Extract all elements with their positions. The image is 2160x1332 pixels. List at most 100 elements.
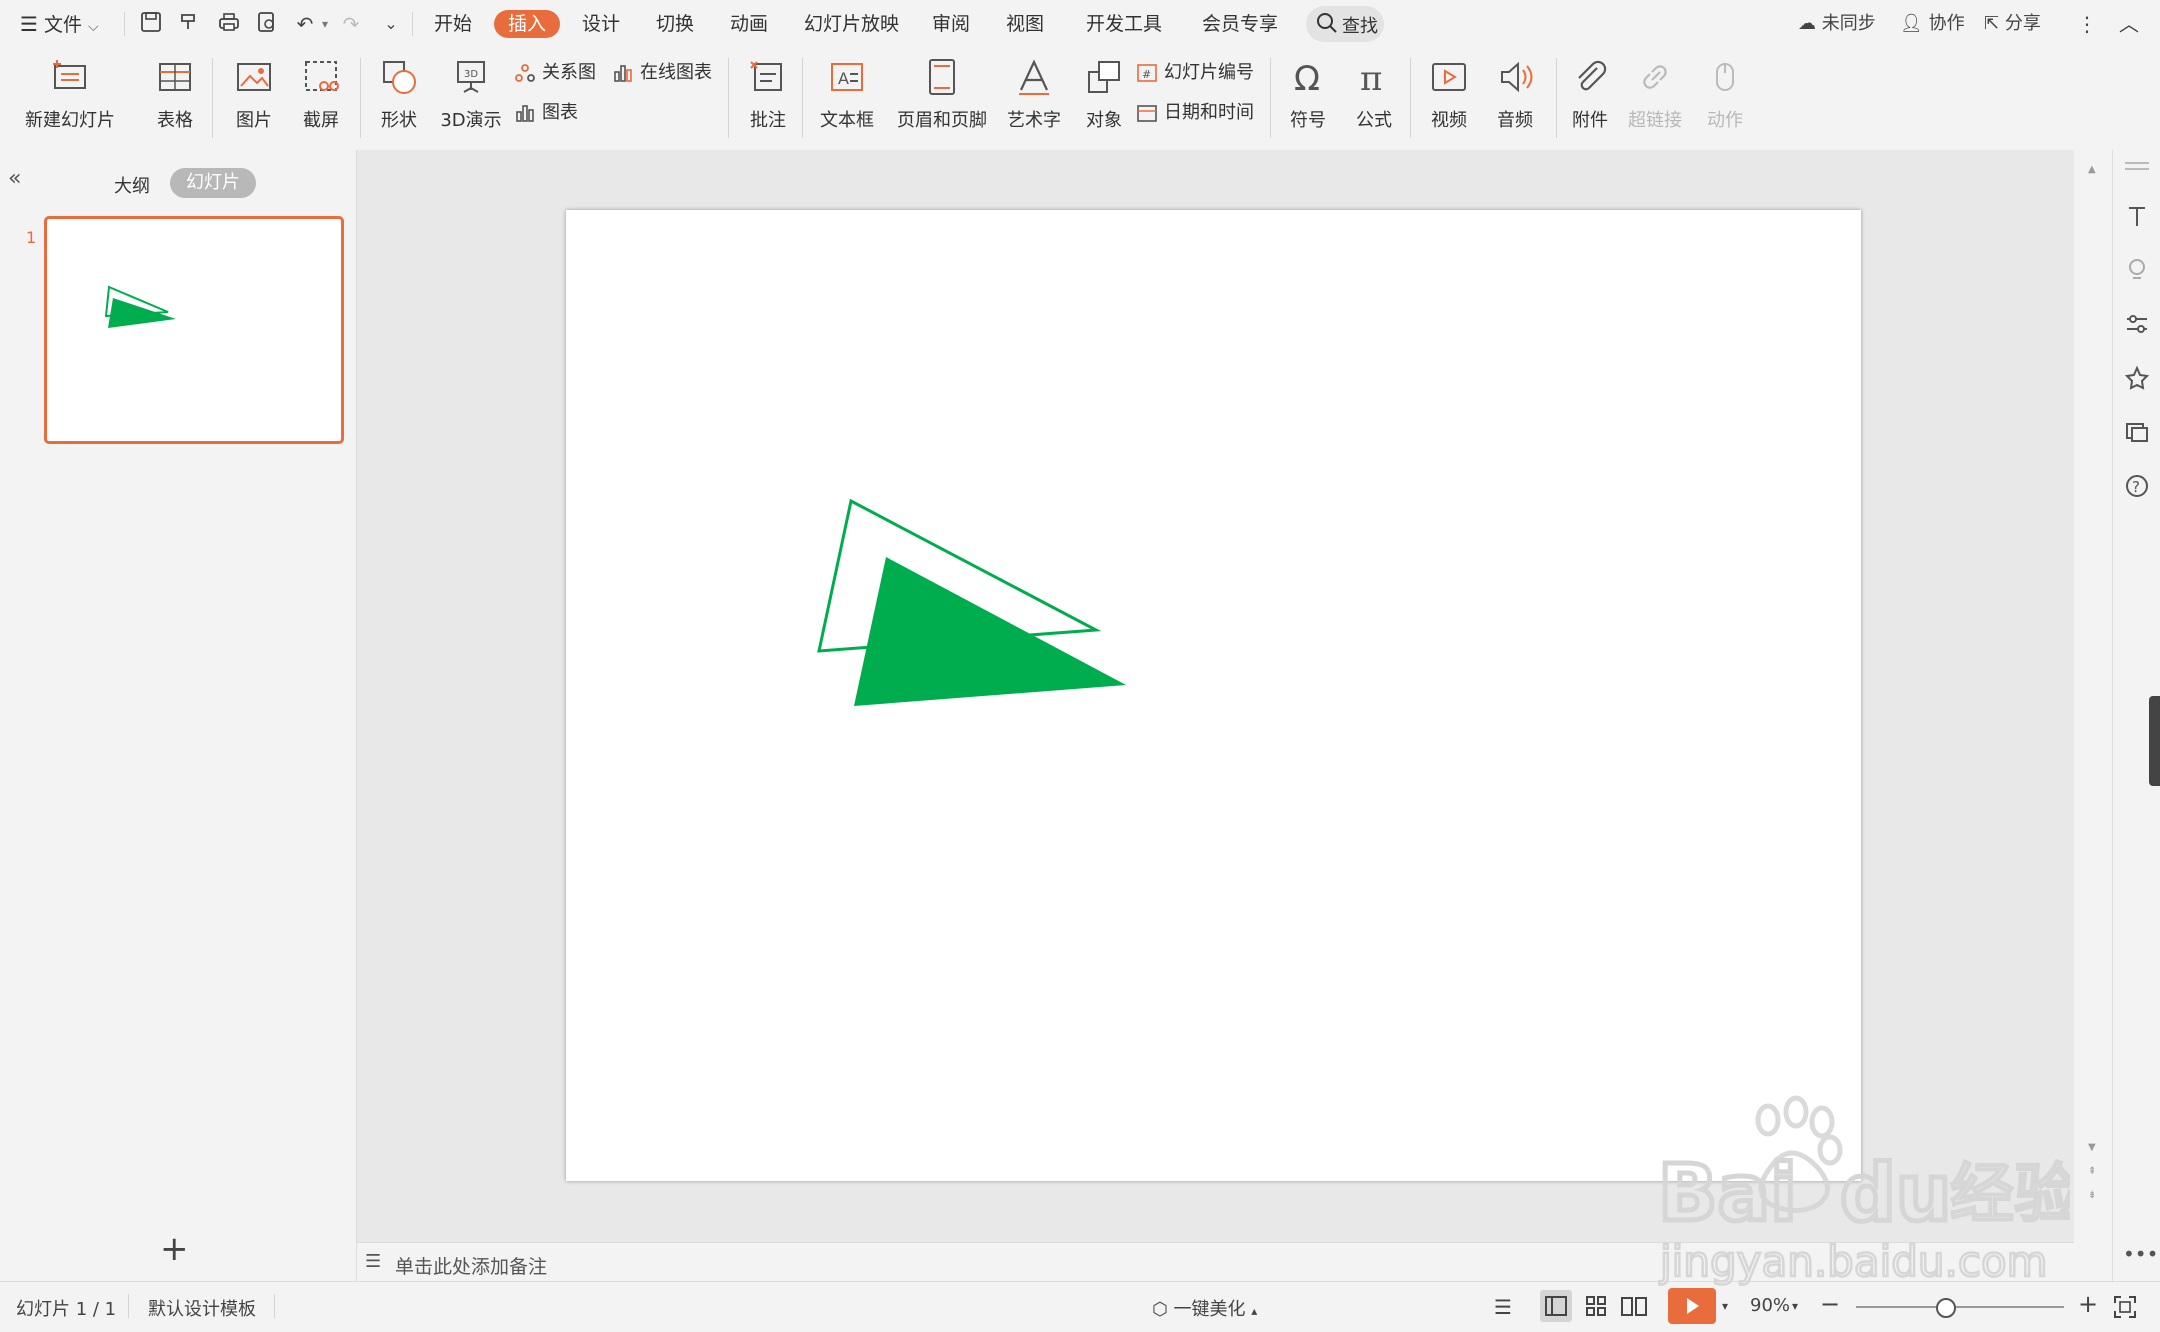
zoom-dropdown-icon[interactable]: ▾ (1792, 1299, 1798, 1313)
share-button[interactable]: ⇱ 分享 (1984, 10, 2041, 38)
datetime-label: 日期和时间 (1164, 102, 1254, 123)
svg-text:π: π (1360, 59, 1382, 98)
omega-icon: Ω (1294, 59, 1320, 98)
relation-diagram-button[interactable]: 关系图 (514, 58, 596, 88)
sync-status[interactable]: ☁ 未同步 (1798, 10, 1876, 38)
undo-dropdown-icon[interactable]: ▾ (312, 11, 338, 37)
beautify-button[interactable]: ⬡ 一键美化 ▴ (1152, 1295, 1257, 1321)
chart-button[interactable]: 图表 (514, 98, 578, 128)
cube-icon: ⬡ (1152, 1299, 1168, 1320)
tab-design[interactable]: 设计 (582, 10, 620, 38)
vertical-scrollbar[interactable]: ▲ ▼ ⇞ ⇟ (2074, 150, 2112, 1242)
print-preview-icon[interactable] (254, 11, 280, 37)
collapse-ribbon-icon[interactable]: ︿ (2116, 11, 2142, 37)
zoom-in-icon[interactable]: + (2078, 1290, 2098, 1318)
notes-bar[interactable]: ☰ 单击此处添加备注 (357, 1242, 2074, 1282)
object-button[interactable]: 对象 (1078, 56, 1130, 132)
comment-button[interactable]: 批注 (740, 56, 796, 132)
hash-icon: # (1137, 64, 1157, 82)
action-button[interactable]: 动作 (1700, 56, 1750, 132)
notes-toggle-icon[interactable]: ☰ (1494, 1295, 1512, 1319)
tab-member[interactable]: 会员专享 (1202, 10, 1278, 38)
play-slideshow-button[interactable] (1668, 1288, 1716, 1324)
zoom-slider-thumb[interactable] (1936, 1298, 1956, 1318)
tab-developer[interactable]: 开发工具 (1086, 10, 1162, 38)
save-icon[interactable] (138, 11, 164, 37)
tab-insert[interactable]: 插入 (494, 10, 561, 38)
hyperlink-button[interactable]: 超链接 (1620, 56, 1690, 132)
slide-number-button[interactable]: # 幻灯片编号 (1136, 58, 1254, 88)
file-menu[interactable]: ☰ 文件 ⌵ (20, 10, 99, 38)
formula-label: 公式 (1356, 110, 1392, 131)
play-dropdown-icon[interactable]: ▾ (1722, 1299, 1728, 1313)
audio-button[interactable]: 音频 (1486, 56, 1544, 132)
tab-review[interactable]: 审阅 (932, 10, 970, 38)
reading-view-icon[interactable] (1618, 1290, 1650, 1322)
datetime-button[interactable]: 日期和时间 (1136, 98, 1254, 128)
search-box[interactable]: 查找 (1306, 6, 1384, 42)
formula-button[interactable]: π 公式 (1346, 56, 1402, 132)
scroll-up-icon[interactable]: ▲ (2088, 164, 2096, 175)
transition-icon[interactable] (2123, 418, 2151, 446)
divider (274, 1294, 275, 1318)
collaborate-button[interactable]: 👤︎ 协作 (1900, 10, 1965, 38)
scroll-down-icon[interactable]: ▼ (2088, 1142, 2096, 1153)
slide-counter: 幻灯片 1 / 1 (16, 1299, 117, 1320)
lightbulb-icon[interactable] (2123, 256, 2151, 284)
3d-icon: 3D (457, 61, 485, 93)
grid-view-icon[interactable] (1580, 1290, 1612, 1322)
menu-bar: ☰ 文件 ⌵ ↶ ▾ ↷ ⌄ 开始 插入 设计 切换 动画 幻灯片放映 审阅 视… (0, 0, 2160, 48)
symbol-button[interactable]: Ω 符号 (1280, 56, 1336, 132)
side-handle[interactable] (2149, 696, 2160, 786)
tab-slides[interactable]: 幻灯片 (170, 168, 256, 198)
text-format-icon[interactable] (2123, 202, 2151, 230)
slide-thumbnail[interactable] (44, 216, 344, 444)
collapse-panel-icon[interactable]: « (8, 166, 21, 191)
format-painter-icon[interactable] (176, 11, 202, 37)
svg-text:?: ? (2132, 478, 2140, 496)
divider (1556, 58, 1557, 138)
zoom-level[interactable]: 90% (1750, 1295, 1790, 1316)
table-button[interactable]: 表格 (146, 56, 204, 132)
new-slide-button[interactable]: 新建幻灯片 (16, 56, 124, 132)
demo3d-button[interactable]: 3D 3D演示 (436, 56, 506, 132)
settings-sliders-icon[interactable] (2123, 310, 2151, 338)
help-icon[interactable]: ? (2123, 472, 2151, 500)
wordart-button[interactable]: 艺术字 (1000, 56, 1068, 132)
tab-animation[interactable]: 动画 (730, 10, 768, 38)
fit-window-icon[interactable] (2112, 1294, 2138, 1320)
online-chart-button[interactable]: 在线图表 (612, 58, 712, 88)
prev-slide-icon[interactable]: ⇞ (2088, 1166, 2096, 1177)
zoom-out-icon[interactable]: − (1820, 1290, 1840, 1318)
textbox-button[interactable]: A 文本框 (812, 56, 882, 132)
customize-toolbar-icon[interactable]: ⌄ (378, 11, 404, 37)
redo-icon[interactable]: ↷ (338, 11, 364, 37)
speaker-icon (1501, 61, 1533, 93)
picture-button[interactable]: 图片 (224, 56, 284, 132)
add-slide-icon[interactable]: + (160, 1232, 189, 1266)
header-footer-label: 页眉和页脚 (897, 110, 987, 131)
video-button[interactable]: 视频 (1420, 56, 1478, 132)
print-icon[interactable] (216, 11, 242, 37)
normal-view-button[interactable] (1540, 1290, 1572, 1322)
next-slide-icon[interactable]: ⇟ (2088, 1190, 2096, 1201)
tab-home[interactable]: 开始 (434, 10, 472, 38)
tab-transition[interactable]: 切换 (656, 10, 694, 38)
more-icon[interactable]: ⋮ (2074, 11, 2100, 37)
header-footer-button[interactable]: 页眉和页脚 (894, 56, 990, 132)
drag-handle[interactable] (2125, 162, 2149, 164)
screenshot-button[interactable]: 截屏 (292, 56, 350, 132)
tab-outline[interactable]: 大纲 (114, 172, 150, 198)
animation-star-icon[interactable] (2123, 364, 2151, 392)
slide[interactable] (566, 210, 1861, 1181)
shape-button[interactable]: 形状 (370, 56, 428, 132)
beautify-label: 一键美化 (1173, 1299, 1246, 1320)
chart-icon (516, 105, 534, 122)
more-options-icon[interactable]: ••• (2123, 1242, 2158, 1266)
zoom-slider[interactable] (1856, 1306, 2064, 1308)
template-name[interactable]: 默认设计模板 (148, 1295, 256, 1321)
attachment-button[interactable]: 附件 (1566, 56, 1614, 132)
sync-label: 未同步 (1821, 13, 1876, 34)
tab-view[interactable]: 视图 (1006, 10, 1044, 38)
tab-slideshow[interactable]: 幻灯片放映 (804, 10, 899, 38)
